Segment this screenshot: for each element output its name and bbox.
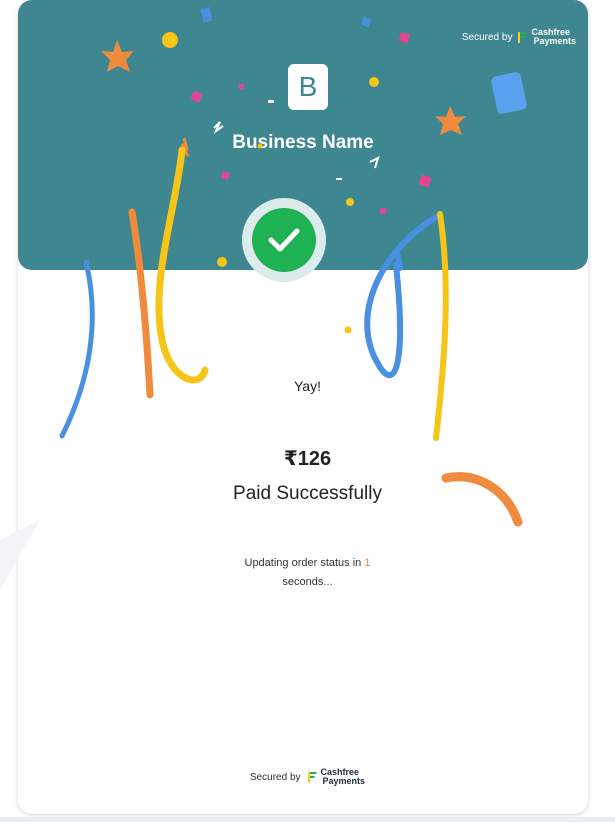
- success-badge: [242, 198, 326, 282]
- check-icon: [268, 228, 300, 252]
- business-name: Business Name: [232, 132, 374, 153]
- cashfree-logo-icon: [518, 32, 528, 43]
- redirect-status: Updating order status in 1 seconds...: [0, 554, 615, 592]
- cashfree-logo: Cashfree Payments: [517, 28, 576, 46]
- cashfree-brand-line2: Payments: [533, 36, 576, 46]
- status-suffix: seconds...: [282, 576, 333, 588]
- business-logo: B: [288, 64, 328, 110]
- payment-card: Secured by Cashfree Payments B Business …: [18, 0, 588, 814]
- secured-by-footer: Secured by Cashfree Payments: [0, 768, 615, 786]
- payment-status-message: Paid Successfully: [233, 483, 382, 504]
- countdown-value: 1: [364, 557, 371, 569]
- secured-by-label: Secured by: [461, 31, 513, 43]
- cashfree-logo-icon: [307, 772, 317, 783]
- status-prefix: Updating order status in: [244, 557, 365, 569]
- footer-brand-line2: Payments: [322, 776, 366, 786]
- greeting-text: Yay!: [294, 378, 321, 394]
- page-bottom-bar: [0, 817, 615, 822]
- payment-amount: ₹126: [283, 448, 332, 470]
- footer-cashfree-logo: Cashfree Payments: [307, 768, 366, 786]
- secured-by-top: Secured by Cashfree Payments: [462, 28, 576, 46]
- footer-secured-by-label: Secured by: [249, 771, 301, 783]
